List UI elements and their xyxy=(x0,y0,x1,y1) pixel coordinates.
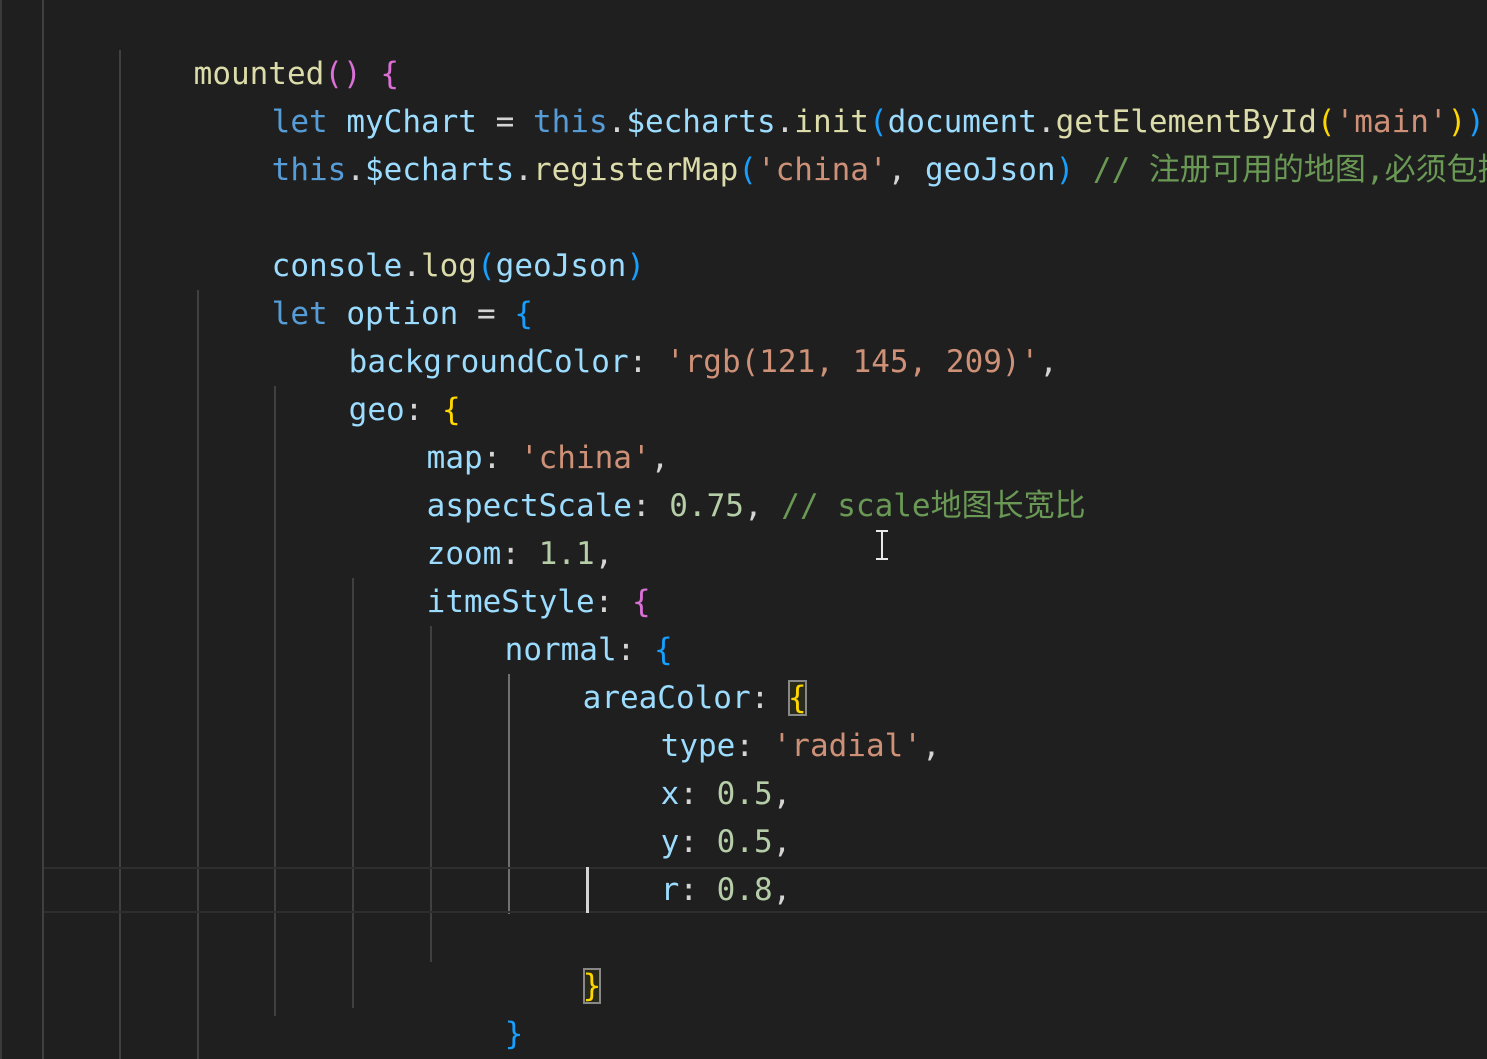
code-token: 'rgb(121, 145, 209)' xyxy=(665,344,1040,380)
code-line[interactable]: }, xyxy=(352,1010,464,1058)
code-line[interactable]: this.$echarts.registerMap('china', geoJs… xyxy=(197,98,1487,188)
code-line[interactable]: itmeStyle: { xyxy=(352,530,651,620)
code-line[interactable]: let myChart = this.$echarts.init(documen… xyxy=(197,50,1485,140)
code-line[interactable]: } xyxy=(508,914,602,1004)
indent-guide xyxy=(197,290,199,1059)
code-token: ( xyxy=(738,152,757,188)
code-line[interactable]: geo: { xyxy=(274,338,461,428)
code-line[interactable]: type: 'radial', xyxy=(586,674,941,764)
code-line[interactable]: map: 'china', xyxy=(352,386,670,476)
code-line[interactable]: backgroundColor: 'rgb(121, 145, 209)', xyxy=(274,290,1058,380)
code-token: r xyxy=(660,872,680,908)
code-token: : xyxy=(631,488,670,524)
code-token: , xyxy=(1039,344,1058,380)
code-comment: // 注册可用的地图,必须包括 xyxy=(1092,152,1487,188)
text-cursor xyxy=(586,867,589,913)
code-token: } xyxy=(504,1016,524,1052)
code-token: : xyxy=(679,872,717,908)
code-line[interactable]: areaColor: { xyxy=(508,626,807,716)
code-line[interactable]: aspectScale: 0.75, // scale地图长宽比 xyxy=(352,434,1086,524)
code-line[interactable]: } xyxy=(430,962,524,1052)
code-token: : xyxy=(628,344,666,380)
code-token: this xyxy=(271,152,347,188)
code-token: . xyxy=(346,152,365,188)
code-line[interactable]: normal: { xyxy=(430,578,673,668)
editor-left-edge xyxy=(0,0,2,1059)
code-line[interactable]: zoom: 1.1, xyxy=(352,482,614,572)
code-token: 'radial' xyxy=(772,728,922,764)
code-token: ) xyxy=(1055,152,1093,188)
code-line[interactable]: mounted() { xyxy=(119,2,399,92)
bracket-match-close: } xyxy=(582,968,602,1004)
code-token: , xyxy=(887,152,925,188)
code-line[interactable]: r: 0.8, xyxy=(586,818,792,908)
code-token: ) xyxy=(626,248,645,284)
code-line[interactable]: let option = { xyxy=(197,242,533,332)
code-line[interactable]: y: 0.5, xyxy=(586,770,792,860)
code-token: $echarts xyxy=(364,152,515,188)
mouse-ibeam-cursor-icon xyxy=(874,530,890,560)
code-token: 0.75 xyxy=(669,488,744,524)
code-editor[interactable]: mounted() { let myChart = this.$echarts.… xyxy=(0,0,1487,1059)
code-token: 'china' xyxy=(756,152,888,188)
code-token: , xyxy=(743,488,782,524)
code-token: . xyxy=(514,152,533,188)
code-token: 0.8 xyxy=(716,872,773,908)
code-token: geoJson xyxy=(924,152,1056,188)
code-token: , xyxy=(921,728,941,764)
code-line[interactable]: console.log(geoJson) xyxy=(197,194,645,284)
code-comment: // scale地图长宽比 xyxy=(781,488,1086,524)
code-token: registerMap xyxy=(532,152,739,188)
code-token: , xyxy=(772,872,792,908)
code-line[interactable]: x: 0.5, xyxy=(586,722,792,812)
